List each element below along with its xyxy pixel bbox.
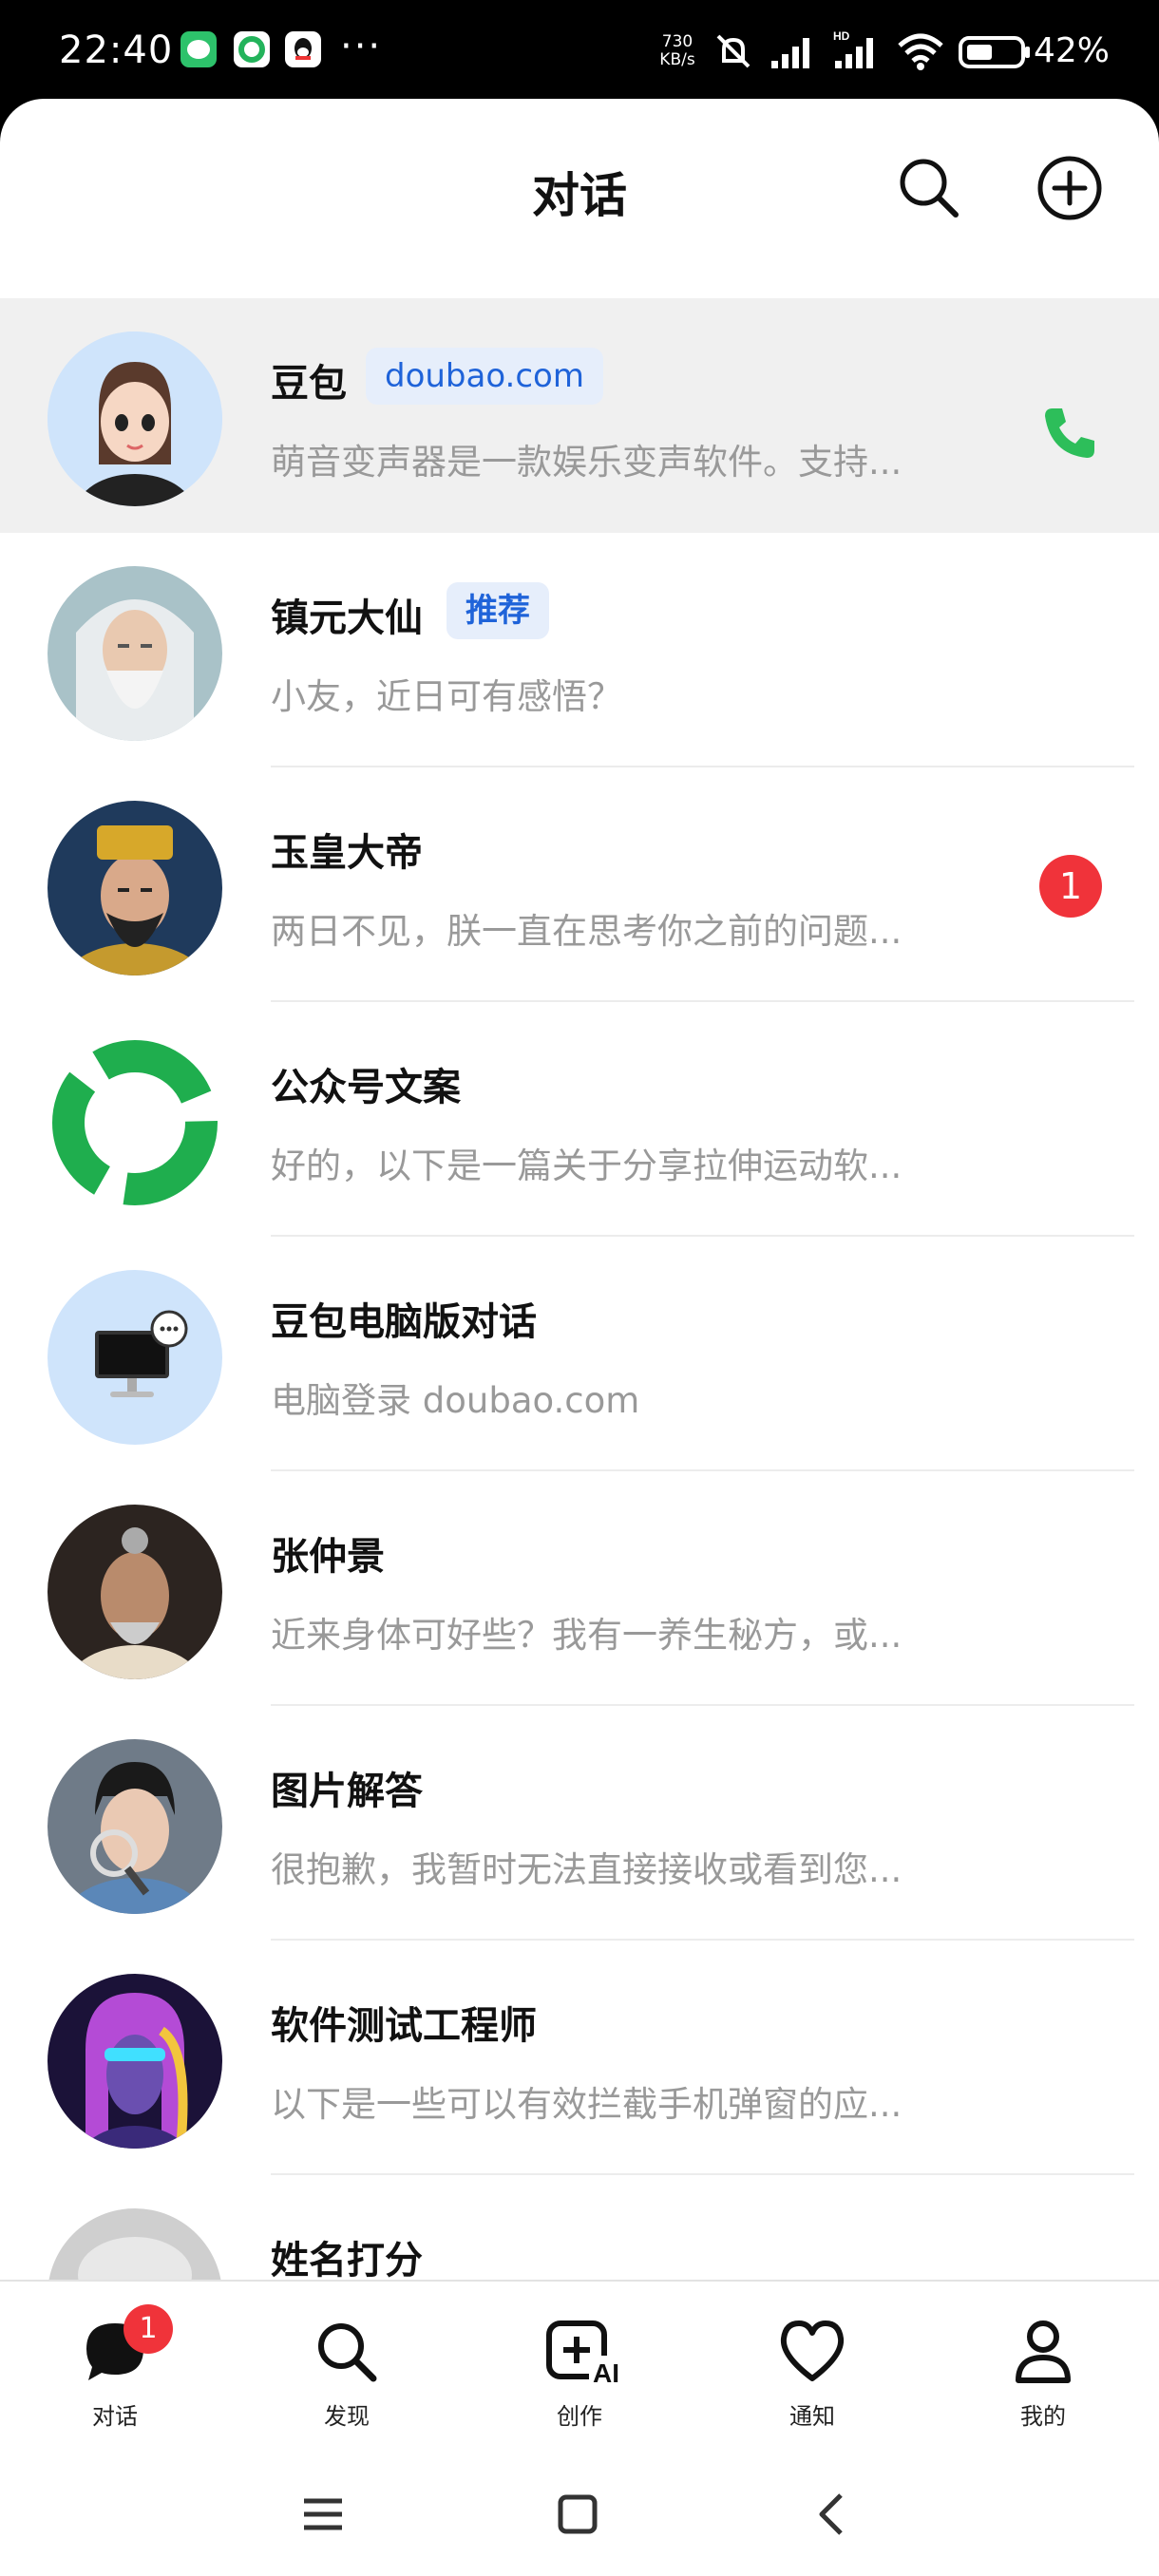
conversation-preview: 很抱歉，我暂时无法直接接收或看到您... xyxy=(271,1849,902,1890)
bottom-nav: 1 对话 发现 AI 创作 通知 我的 xyxy=(0,2280,1159,2448)
menu-icon[interactable] xyxy=(294,2486,352,2543)
domain-tag: doubao.com xyxy=(366,348,603,405)
battery-percent: 42% xyxy=(1034,31,1111,70)
recommend-tag: 推荐 xyxy=(446,582,549,639)
conversation-name: 张仲景 xyxy=(271,1535,385,1579)
tab-label: 发现 xyxy=(324,2403,370,2430)
conversation-row[interactable]: 软件测试工程师 以下是一些可以有效拦截手机弹窗的应... xyxy=(0,1941,1159,2175)
app-screen: 对话 豆包 doubao.com 萌音变声器是一款娱乐变声软件。支持... 镇元… xyxy=(0,99,1159,2576)
conversation-name: 软件测试工程师 xyxy=(271,2004,537,2048)
heart-icon xyxy=(780,2320,845,2381)
conversation-row[interactable]: 公众号文案 好的，以下是一篇关于分享拉伸运动软... xyxy=(0,1002,1159,1237)
net-speed-unit: KB/s xyxy=(659,50,695,69)
conversation-preview: 近来身体可好些？我有一养生秘方，或... xyxy=(271,1615,902,1656)
tab-notify[interactable]: 通知 xyxy=(741,2282,884,2448)
conversation-row[interactable]: 镇元大仙 推荐 小友，近日可有感悟？ xyxy=(0,533,1159,767)
avatar xyxy=(48,566,222,741)
person-icon xyxy=(1016,2320,1071,2383)
plus-circle-icon[interactable] xyxy=(1034,152,1106,224)
conversation-preview: 萌音变声器是一款娱乐变声软件。支持... xyxy=(271,442,902,483)
net-speed: 730 KB/s xyxy=(656,33,699,69)
svg-text:HD: HD xyxy=(833,29,850,43)
conversation-name: 姓名打分 xyxy=(271,2239,423,2282)
conversation-name: 公众号文案 xyxy=(271,1066,461,1109)
svg-text:AI: AI xyxy=(593,2358,619,2386)
conversation-preview: 电脑登录 doubao.com xyxy=(271,1380,640,1421)
home-icon[interactable] xyxy=(549,2486,606,2543)
avatar xyxy=(48,801,222,975)
unread-badge: 1 xyxy=(1039,855,1102,918)
conversation-name: 图片解答 xyxy=(271,1770,423,1813)
search-icon[interactable] xyxy=(893,152,965,224)
unread-badge: 1 xyxy=(124,2304,173,2354)
conversation-row[interactable]: 张仲景 近来身体可好些？我有一养生秘方，或... xyxy=(0,1471,1159,1706)
signal-icon xyxy=(771,38,809,68)
tab-label: 通知 xyxy=(789,2403,835,2430)
tab-chat[interactable]: 1 对话 xyxy=(44,2282,186,2448)
battery-icon xyxy=(959,36,1030,68)
tab-label: 对话 xyxy=(92,2403,138,2430)
page-title: 对话 xyxy=(532,168,627,223)
tab-discover[interactable]: 发现 xyxy=(276,2282,418,2448)
more-notifications: ··· xyxy=(340,25,383,68)
signal-hd-icon: HD xyxy=(833,29,873,68)
tab-create[interactable]: AI 创作 xyxy=(508,2282,651,2448)
status-time: 22:40 xyxy=(59,28,174,72)
ai-create-icon: AI xyxy=(546,2320,631,2386)
avatar xyxy=(48,1505,222,1679)
tab-profile[interactable]: 我的 xyxy=(972,2282,1114,2448)
header: 对话 xyxy=(0,99,1159,298)
avatar xyxy=(48,331,222,506)
conversation-row[interactable]: 图片解答 很抱歉，我暂时无法直接接收或看到您... xyxy=(0,1706,1159,1941)
tab-label: 我的 xyxy=(1020,2403,1066,2430)
avatar xyxy=(48,1974,222,2149)
avatar xyxy=(48,1739,222,1914)
conversation-row[interactable]: 豆包 doubao.com 萌音变声器是一款娱乐变声软件。支持... xyxy=(0,298,1159,533)
wechat-icon xyxy=(180,31,217,67)
net-speed-value: 730 xyxy=(661,32,694,51)
conversation-preview: 两日不见，朕一直在思考你之前的问题... xyxy=(271,911,902,952)
system-nav xyxy=(0,2448,1159,2576)
avatar xyxy=(48,1035,222,1210)
conversation-name: 镇元大仙 xyxy=(271,597,423,640)
conversation-preview: 以下是一些可以有效拦截手机弹窗的应... xyxy=(271,2084,902,2125)
mute-icon xyxy=(716,34,750,68)
conversation-name: 玉皇大帝 xyxy=(271,831,423,875)
conversation-name: 豆包 xyxy=(271,362,347,406)
status-bar: 22:40 ··· 730 KB/s HD 42% xyxy=(0,0,1159,104)
conversation-row[interactable]: 玉皇大帝 两日不见，朕一直在思考你之前的问题... 1 xyxy=(0,767,1159,1002)
qq-icon xyxy=(285,31,321,67)
conversation-row[interactable]: 豆包电脑版对话 电脑登录 doubao.com xyxy=(0,1237,1159,1471)
tab-label: 创作 xyxy=(557,2403,602,2430)
search-icon xyxy=(318,2323,377,2382)
wifi-icon xyxy=(898,33,943,70)
phone-icon[interactable] xyxy=(1039,403,1100,464)
conversation-preview: 小友，近日可有感悟？ xyxy=(271,676,622,717)
back-icon[interactable] xyxy=(803,2486,860,2543)
doubao-green-icon xyxy=(234,31,270,67)
conversation-preview: 好的，以下是一篇关于分享拉伸运动软... xyxy=(271,1146,902,1186)
avatar xyxy=(48,1270,222,1445)
conversation-name: 豆包电脑版对话 xyxy=(271,1300,537,1344)
